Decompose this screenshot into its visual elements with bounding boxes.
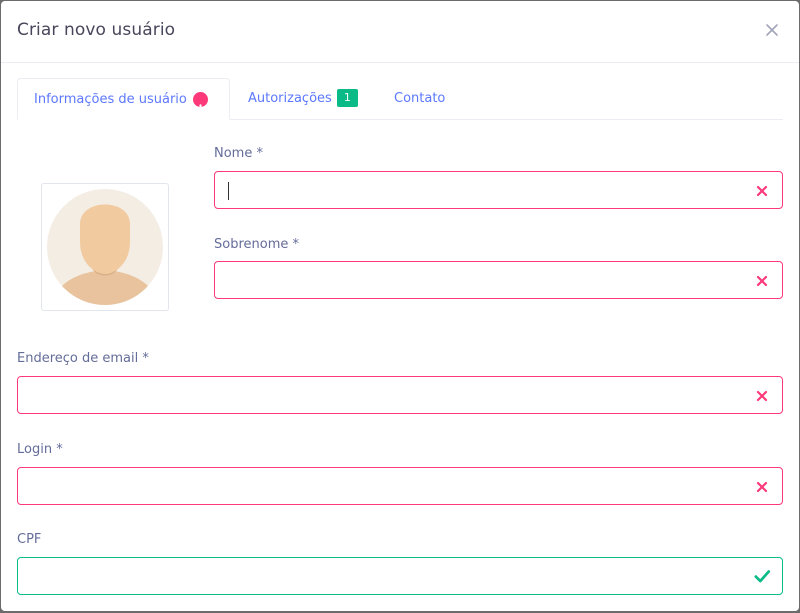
login-field[interactable] bbox=[17, 467, 783, 505]
tab-authorizations-label: Autorizações bbox=[248, 91, 332, 106]
email-label: Endereço de email * bbox=[17, 351, 149, 366]
close-button[interactable] bbox=[763, 21, 781, 39]
tab-user-info[interactable]: Informações de usuário bbox=[17, 78, 230, 120]
last-name-input[interactable] bbox=[215, 262, 782, 298]
cpf-label: CPF bbox=[17, 532, 42, 547]
error-x-icon bbox=[756, 481, 768, 493]
avatar[interactable] bbox=[41, 183, 169, 311]
tab-user-info-label: Informações de usuário bbox=[34, 92, 187, 107]
error-x-icon bbox=[756, 275, 768, 287]
first-name-input[interactable] bbox=[215, 172, 782, 208]
login-input[interactable] bbox=[18, 468, 782, 504]
tab-bar: Informações de usuário Autorizações 1 Con… bbox=[17, 78, 783, 120]
modal-header: Criar novo usuário bbox=[1, 1, 799, 63]
email-input[interactable] bbox=[18, 377, 782, 413]
error-x-icon bbox=[756, 185, 768, 197]
first-name-field[interactable] bbox=[214, 171, 783, 209]
last-name-label: Sobrenome * bbox=[214, 237, 300, 252]
user-placeholder-avatar-icon bbox=[47, 189, 163, 305]
cpf-field[interactable] bbox=[17, 557, 783, 595]
check-icon bbox=[754, 570, 771, 583]
cpf-input[interactable] bbox=[18, 558, 782, 594]
exclamation-circle-icon bbox=[193, 92, 208, 113]
first-name-label: Nome * bbox=[214, 146, 263, 161]
tab-contact[interactable]: Contato bbox=[394, 78, 445, 119]
error-x-icon bbox=[756, 390, 768, 402]
tab-authorizations[interactable]: Autorizações 1 bbox=[248, 78, 358, 119]
email-field[interactable] bbox=[17, 376, 783, 414]
close-icon bbox=[766, 24, 778, 36]
tab-contact-label: Contato bbox=[394, 91, 446, 106]
text-caret bbox=[228, 182, 229, 200]
modal-title: Criar novo usuário bbox=[17, 20, 176, 40]
login-label: Login * bbox=[17, 442, 63, 457]
authorizations-count-badge: 1 bbox=[336, 89, 358, 107]
create-user-modal: Criar novo usuário Informações de usuári… bbox=[1, 1, 799, 611]
last-name-field[interactable] bbox=[214, 261, 783, 299]
